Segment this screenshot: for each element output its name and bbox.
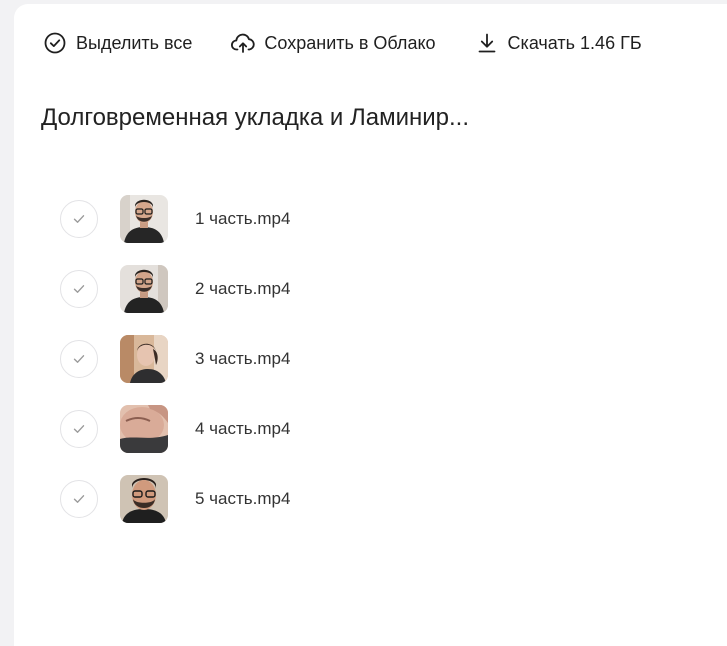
file-name: 4 часть.mp4 (195, 419, 291, 438)
check-circle-icon (42, 30, 68, 56)
select-checkbox[interactable] (60, 340, 98, 378)
video-thumbnail (120, 265, 168, 313)
select-all-button[interactable]: Выделить все (42, 26, 192, 60)
cloud-upload-icon (230, 30, 256, 56)
folder-title: Долговременная укладка и Ламинир... (41, 104, 469, 131)
video-thumbnail (120, 475, 168, 523)
file-panel: Выделить все Сохранить в Облако Скачать … (14, 4, 727, 646)
save-to-cloud-label: Сохранить в Облако (264, 32, 436, 53)
checkmark-icon (73, 355, 85, 363)
file-name: 3 часть.mp4 (195, 349, 291, 368)
file-row[interactable]: 3 часть.mp4 (60, 324, 660, 394)
file-name: 5 часть.mp4 (195, 489, 291, 508)
video-thumbnail (120, 335, 168, 383)
checkmark-icon (73, 285, 85, 293)
checkmark-icon (73, 495, 85, 503)
download-button[interactable]: Скачать 1.46 ГБ (474, 26, 642, 60)
file-list: 1 часть.mp4 2 часть.mp4 3 часть.mp4 4 ча… (60, 184, 660, 534)
file-row[interactable]: 5 часть.mp4 (60, 464, 660, 534)
file-row[interactable]: 1 часть.mp4 (60, 184, 660, 254)
select-checkbox[interactable] (60, 270, 98, 308)
toolbar: Выделить все Сохранить в Облако Скачать … (42, 26, 642, 60)
select-checkbox[interactable] (60, 480, 98, 518)
file-row[interactable]: 2 часть.mp4 (60, 254, 660, 324)
download-label: Скачать 1.46 ГБ (507, 32, 642, 53)
file-row[interactable]: 4 часть.mp4 (60, 394, 660, 464)
file-name: 2 часть.mp4 (195, 279, 291, 298)
video-thumbnail (120, 405, 168, 453)
select-all-label: Выделить все (76, 32, 193, 53)
video-thumbnail (120, 195, 168, 243)
download-icon (474, 30, 500, 56)
file-name: 1 часть.mp4 (195, 209, 291, 228)
select-checkbox[interactable] (60, 410, 98, 448)
checkmark-icon (73, 215, 85, 223)
select-checkbox[interactable] (60, 200, 98, 238)
save-to-cloud-button[interactable]: Сохранить в Облако (230, 26, 436, 60)
checkmark-icon (73, 425, 85, 433)
